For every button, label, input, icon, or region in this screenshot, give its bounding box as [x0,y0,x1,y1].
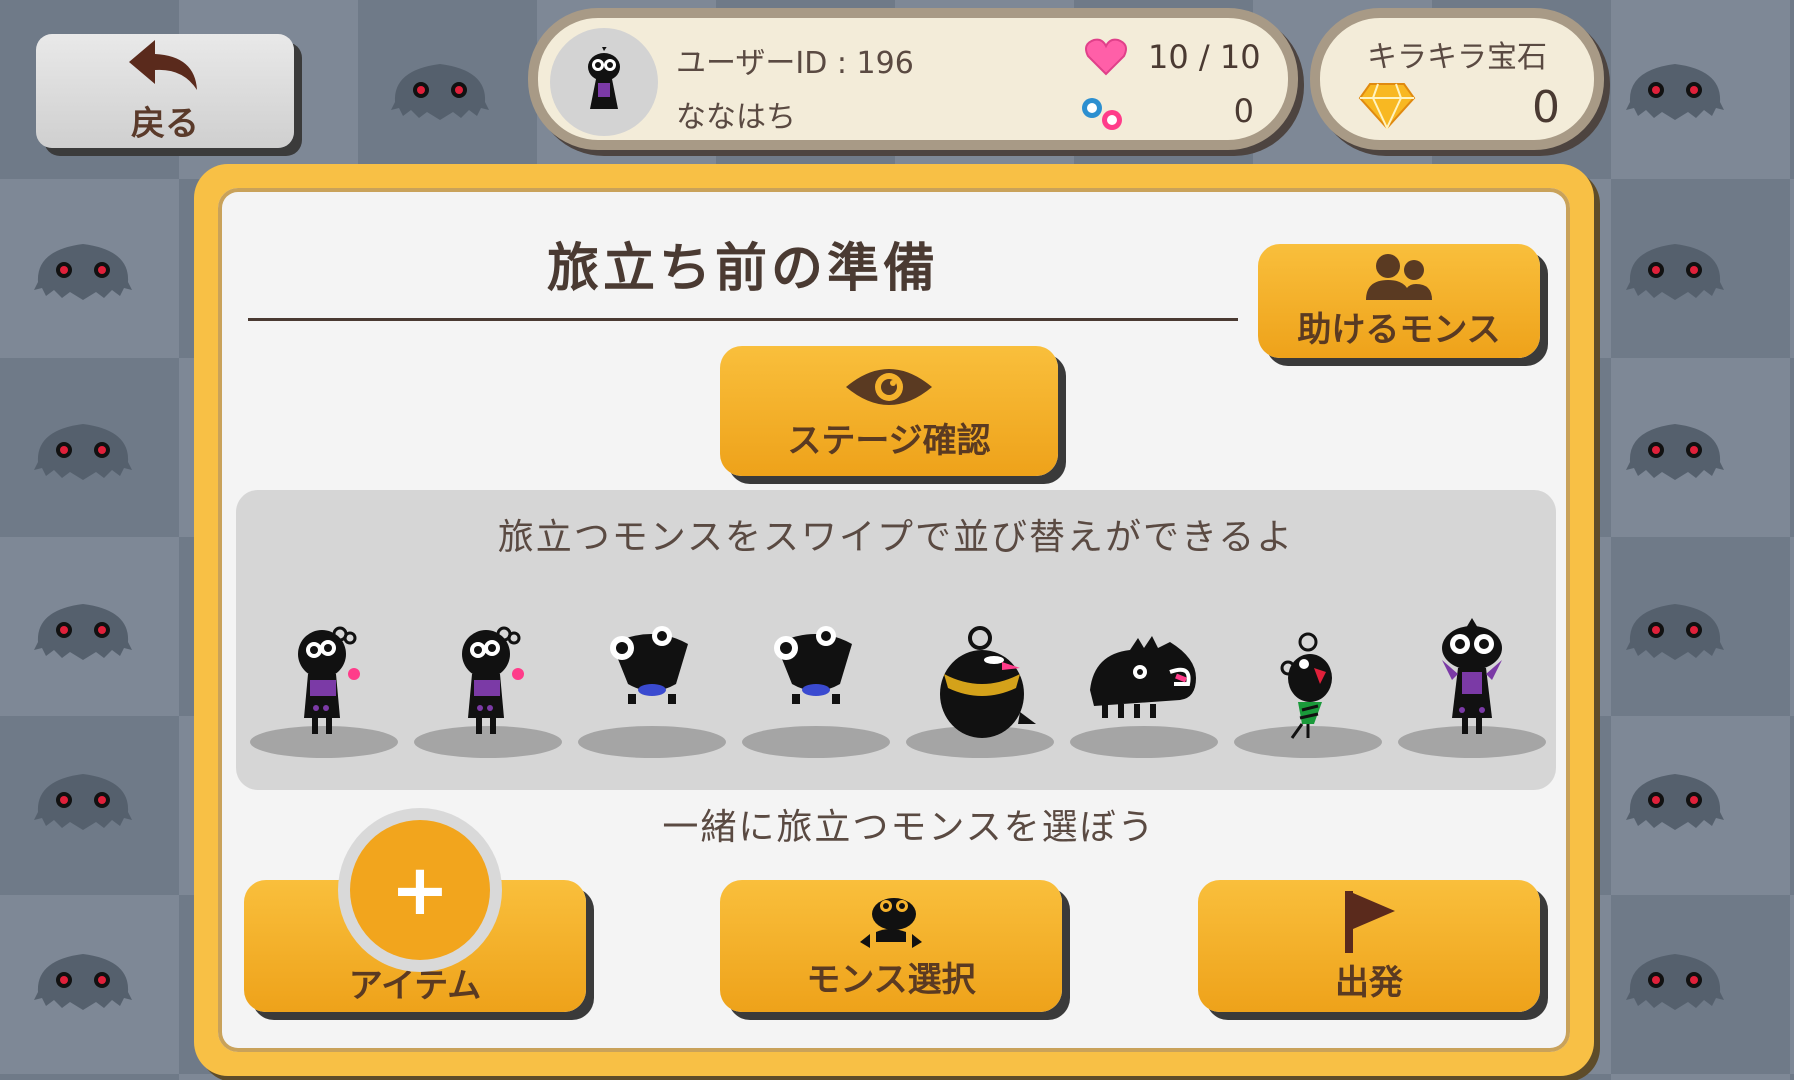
flag-icon [1345,890,1395,953]
bg-fuzzy-monster-icon [28,760,138,840]
round-bird-monster-icon [940,626,1036,738]
party-slot-6[interactable] [1070,610,1218,760]
page-title: 旅立ち前の準備 [546,239,939,299]
bird-mask-monster-icon [588,47,620,109]
monster-select-button[interactable]: モンス選択 [720,880,1062,1012]
party-swipe-area[interactable]: 旅立つモンスをスワイプで並び替えができるよ [236,490,1556,790]
avatar[interactable] [550,28,658,136]
dialog-body: 旅立ち前の準備 助けるモンス ステージ確認 旅立つモンスをスワイプで並び替えがで… [218,188,1570,1052]
back-arrow-icon [129,39,197,90]
title-divider [248,318,1238,321]
preparation-dialog: 旅立ち前の準備 助けるモンス ステージ確認 旅立つモンスをスワイプで並び替えがで… [194,164,1594,1076]
bird-mask-monster-icon [1442,618,1502,734]
bg-fuzzy-monster-icon [1620,50,1730,130]
plus-icon: + [350,820,490,960]
user-id-label: ユーザーID : 196 [676,46,914,81]
gem-title: キラキラ宝石 [1367,40,1547,75]
monster-select-label: モンス選択 [806,959,976,1000]
people-icon [1366,253,1432,300]
frog-monster-icon [610,626,688,704]
party-slot-4[interactable] [742,610,890,760]
bg-fuzzy-monster-icon [385,50,495,130]
helper-monster-label: 助けるモンス [1297,309,1501,350]
bg-fuzzy-monster-icon [28,230,138,310]
back-button[interactable]: 戻る [36,34,294,148]
bg-fuzzy-monster-icon [28,940,138,1020]
orbs-value: 0 [1233,92,1254,130]
bg-fuzzy-monster-icon [28,410,138,490]
stage-check-button[interactable]: ステージ確認 [720,346,1058,476]
bg-fuzzy-monster-icon [28,590,138,670]
stamina-value: 10 / 10 [1148,38,1261,76]
bg-fuzzy-monster-icon [1620,230,1730,310]
bg-fuzzy-monster-icon [1620,760,1730,840]
gem-panel[interactable]: キラキラ宝石 0 [1310,8,1604,150]
party-slot-1[interactable] [250,610,398,760]
gem-icon [1358,83,1416,130]
bg-fuzzy-monster-icon [1620,410,1730,490]
party-slot-8[interactable] [1398,610,1546,760]
party-slot-3[interactable] [578,610,726,760]
heart-icon [1085,38,1127,76]
party-slot-7[interactable] [1234,610,1382,760]
add-item-button[interactable]: + [338,808,502,972]
user-name: ななはち [676,100,796,135]
party-slot-5[interactable] [906,610,1054,760]
frog-face-icon [860,897,922,948]
stage-check-label: ステージ確認 [787,420,991,461]
bg-fuzzy-monster-icon [1620,590,1730,670]
purple-horned-monster-icon [298,626,360,734]
party-hint: 旅立つモンスをスワイプで並び替えができるよ [497,517,1295,558]
orbs-icon [1082,98,1122,130]
depart-label: 出発 [1335,962,1403,1003]
frog-monster-icon [774,626,852,704]
bg-fuzzy-monster-icon [1620,940,1730,1020]
depart-button[interactable]: 出発 [1198,880,1540,1012]
small-sprout-monster-icon [1280,632,1332,739]
gem-value: 0 [1532,82,1560,133]
spiky-beast-monster-icon [1090,636,1196,718]
party-slot-2[interactable] [414,610,562,760]
purple-horned-monster-icon [462,626,524,734]
user-status-panel: ユーザーID : 196 ななはち 10 / 10 0 [528,8,1298,150]
helper-monster-button[interactable]: 助けるモンス [1258,244,1540,358]
back-label: 戻る [131,103,199,144]
eye-icon [846,368,932,405]
